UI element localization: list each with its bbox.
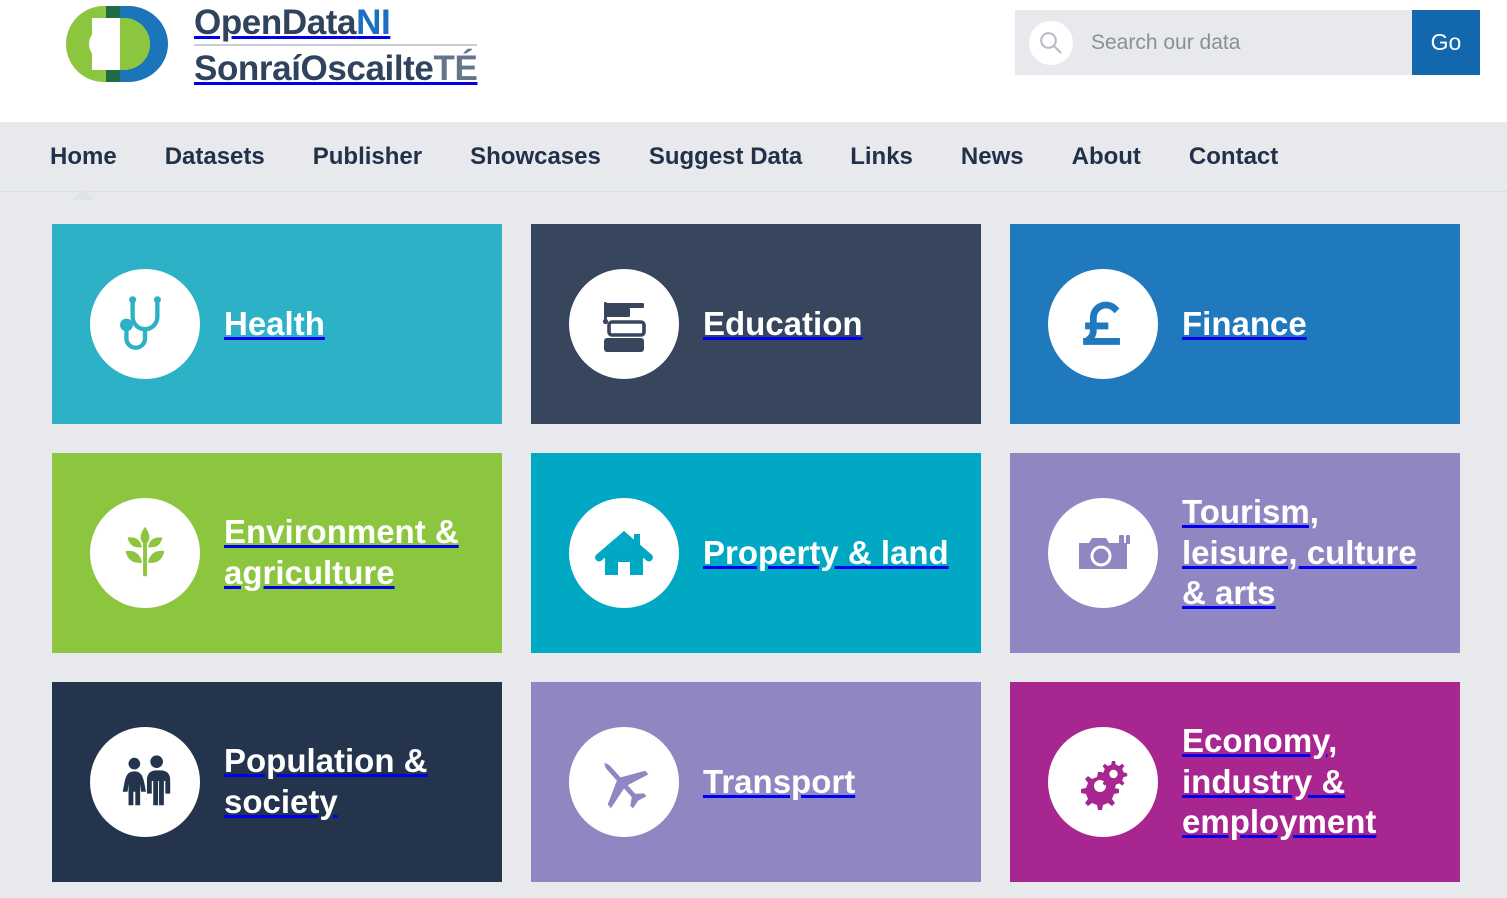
tile-label-environment-agriculture: Environment & agriculture — [224, 513, 459, 591]
site-header: OpenDataNI SonraíOscailteTÉ Go — [0, 0, 1507, 122]
tile-finance[interactable]: Finance — [1010, 224, 1460, 424]
tile-population-society[interactable]: Population & society — [52, 682, 502, 882]
search-bar: Go — [1015, 10, 1480, 75]
tile-label-health: Health — [224, 304, 325, 342]
main-navigation: Home Datasets Publisher Showcases Sugges… — [0, 122, 1507, 192]
nav-item-about[interactable]: About — [1072, 143, 1141, 171]
category-tile-grid: Health Education Finance Environment & a… — [0, 192, 1507, 882]
brand-line-1: OpenDataNI — [194, 5, 477, 44]
nav-item-links[interactable]: Links — [850, 143, 913, 171]
nav-item-showcases[interactable]: Showcases — [470, 143, 601, 171]
tile-label-finance: Finance — [1182, 304, 1307, 342]
tile-label-economy-industry-employment: Economy, industry & employment — [1182, 721, 1377, 841]
nav-item-home[interactable]: Home — [50, 143, 117, 171]
people-icon — [90, 727, 200, 837]
tile-tourism-leisure-culture-arts[interactable]: Tourism, leisure, culture & arts — [1010, 453, 1460, 653]
camera-icon — [1048, 498, 1158, 608]
tile-label-education: Education — [703, 304, 863, 342]
tile-property-land[interactable]: Property & land — [531, 453, 981, 653]
stethoscope-icon — [90, 269, 200, 379]
search-box[interactable] — [1015, 10, 1412, 75]
brand-opendata-text: OpenData — [194, 2, 357, 42]
tile-label-property-land: Property & land — [703, 533, 949, 571]
opendata-ni-logo-icon — [62, 2, 180, 91]
nav-item-contact[interactable]: Contact — [1189, 143, 1278, 171]
tile-transport[interactable]: Transport — [531, 682, 981, 882]
nav-item-publisher[interactable]: Publisher — [313, 143, 422, 171]
plant-icon — [90, 498, 200, 608]
nav-item-datasets[interactable]: Datasets — [165, 143, 265, 171]
books-icon — [569, 269, 679, 379]
brand-logo-link[interactable]: OpenDataNI SonraíOscailteTÉ — [62, 2, 478, 91]
gears-icon — [1048, 727, 1158, 837]
brand-ni-text: NI — [356, 2, 391, 42]
house-icon — [569, 498, 679, 608]
brand-te-text: TÉ — [433, 48, 478, 88]
tile-label-tourism-leisure-culture-arts: Tourism, leisure, culture & arts — [1182, 492, 1417, 612]
brand-sonraioscailte-text: SonraíOscailte — [194, 48, 434, 88]
tile-label-population-society: Population & society — [224, 742, 428, 820]
search-input[interactable] — [1073, 30, 1412, 55]
brand-line-2: SonraíOscailteTÉ — [194, 46, 478, 89]
search-icon — [1029, 20, 1073, 65]
tile-education[interactable]: Education — [531, 224, 981, 424]
search-go-button[interactable]: Go — [1412, 10, 1480, 75]
pound-icon — [1048, 269, 1158, 379]
tile-label-transport: Transport — [703, 762, 856, 800]
nav-item-suggest-data[interactable]: Suggest Data — [649, 143, 802, 171]
tile-economy-industry-employment[interactable]: Economy, industry & employment — [1010, 682, 1460, 882]
nav-item-news[interactable]: News — [961, 143, 1024, 171]
tile-environment-agriculture[interactable]: Environment & agriculture — [52, 453, 502, 653]
tile-health[interactable]: Health — [52, 224, 502, 424]
airplane-icon — [569, 727, 679, 837]
